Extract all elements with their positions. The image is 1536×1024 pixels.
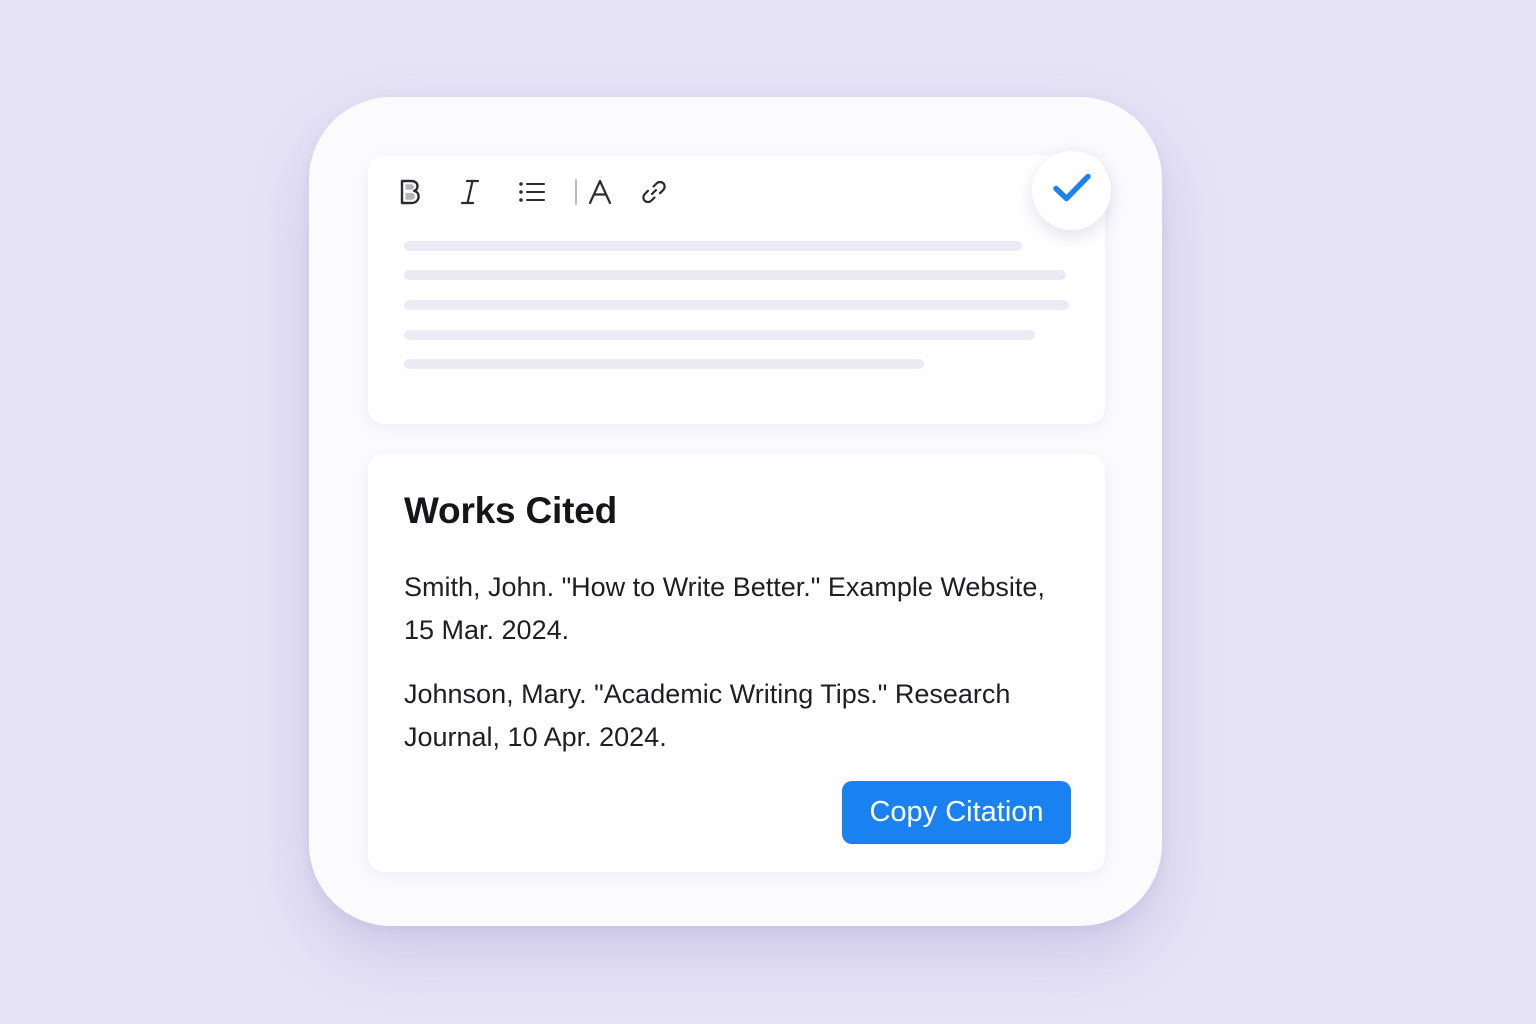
toolbar-divider bbox=[575, 179, 577, 205]
text-placeholder-line bbox=[404, 300, 1069, 310]
citation-entry[interactable]: Smith, John. "How to Write Better." Exam… bbox=[404, 566, 1064, 652]
font-icon bbox=[587, 178, 613, 206]
citation-entry[interactable]: Johnson, Mary. "Academic Writing Tips." … bbox=[404, 673, 1064, 759]
check-icon bbox=[1051, 171, 1093, 210]
text-placeholder-line bbox=[404, 241, 1022, 251]
link-icon bbox=[640, 178, 668, 206]
link-button[interactable] bbox=[634, 171, 674, 213]
text-placeholder-line bbox=[404, 330, 1035, 340]
bold-icon bbox=[397, 178, 423, 206]
stage: Works Cited Smith, John. "How to Write B… bbox=[0, 0, 1536, 1024]
copy-citation-button[interactable]: Copy Citation bbox=[842, 781, 1071, 844]
bullet-list-button[interactable] bbox=[512, 171, 552, 213]
formatting-toolbar bbox=[368, 155, 1105, 229]
works-cited-title: Works Cited bbox=[404, 490, 617, 531]
text-placeholder-line bbox=[404, 359, 924, 369]
bullet-list-icon bbox=[518, 179, 546, 205]
works-cited-panel: Works Cited Smith, John. "How to Write B… bbox=[368, 454, 1105, 872]
text-placeholder-line bbox=[404, 270, 1066, 280]
font-button[interactable] bbox=[580, 171, 620, 213]
confirm-button[interactable] bbox=[1032, 151, 1111, 230]
italic-button[interactable] bbox=[450, 171, 490, 213]
bold-button[interactable] bbox=[390, 171, 430, 213]
text-editor[interactable] bbox=[368, 155, 1105, 424]
italic-icon bbox=[458, 178, 482, 206]
